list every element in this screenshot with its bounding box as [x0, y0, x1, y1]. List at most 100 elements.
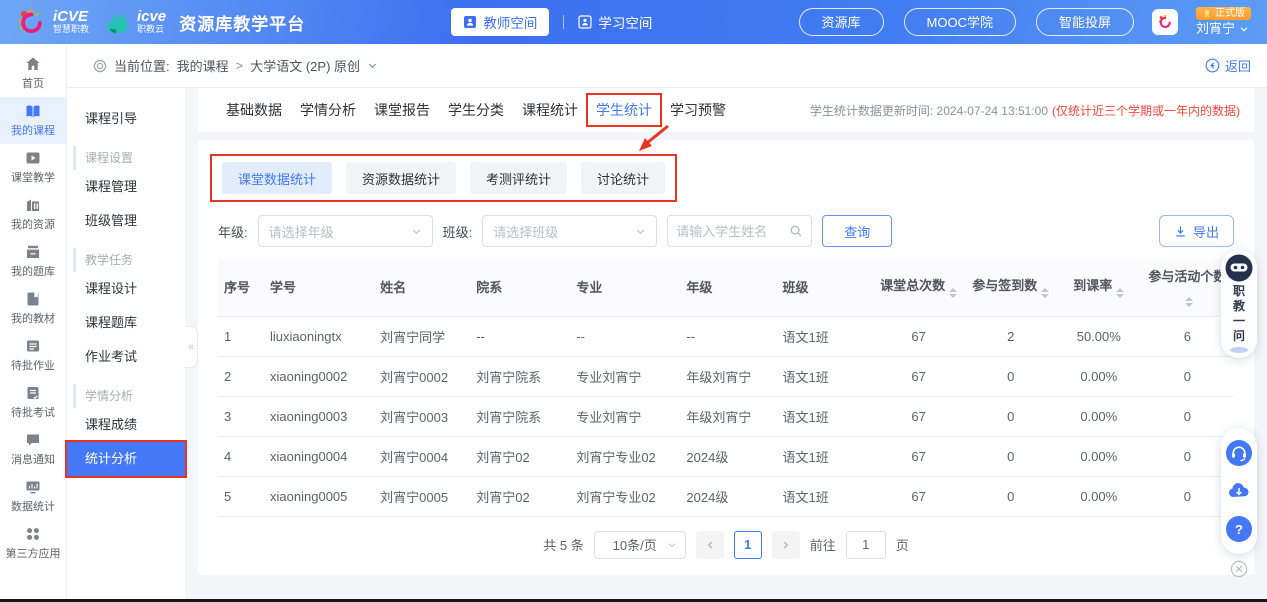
- close-floating-icon[interactable]: [1230, 560, 1248, 578]
- grade-placeholder: 请选择年级: [269, 222, 334, 241]
- back-button[interactable]: 返回: [1205, 56, 1251, 75]
- icve-zhihuizhijiao-logo-icon: [16, 7, 46, 37]
- collapse-sidebar-handle[interactable]: «: [185, 326, 198, 368]
- subtabs: 课堂数据统计资源数据统计考测评统计讨论统计: [222, 162, 665, 194]
- table-cell: 2: [965, 316, 1057, 356]
- customer-service-icon[interactable]: [1226, 440, 1252, 466]
- logo2-title: icve: [137, 9, 166, 25]
- main-panel: 基础数据学情分析课堂报告学生分类课程统计学生统计学习预警 学生统计数据更新时间:…: [185, 88, 1267, 599]
- column-label: 到课率: [1073, 278, 1112, 293]
- sidebar-item-10[interactable]: 第三方应用: [0, 520, 66, 567]
- table-cell: 67: [873, 476, 965, 516]
- sidebar-item-4[interactable]: 我的题库: [0, 238, 66, 285]
- table-cell: 0: [1141, 356, 1234, 396]
- sidebar-item-1[interactable]: 我的课程: [0, 97, 66, 144]
- grade-select[interactable]: 请选择年级: [258, 215, 433, 247]
- table-cell: 0.00%: [1057, 436, 1141, 476]
- learning-space-icon: [578, 15, 592, 29]
- student-name-input[interactable]: [676, 224, 785, 239]
- column-header-7[interactable]: 课堂总次数: [873, 259, 965, 316]
- sidebar-item-7[interactable]: 待批考试: [0, 379, 66, 426]
- sort-icon[interactable]: [1116, 288, 1124, 298]
- prev-page-button[interactable]: [696, 531, 724, 559]
- subtab-0[interactable]: 课堂数据统计: [222, 162, 332, 194]
- sort-icon[interactable]: [1185, 297, 1193, 307]
- table-cell: 2024级: [680, 476, 776, 516]
- sort-icon[interactable]: [1041, 288, 1049, 298]
- sidebar-item-3[interactable]: 我的资源: [0, 191, 66, 238]
- teacher-space-button[interactable]: 教师空间: [451, 8, 549, 36]
- search-icon[interactable]: [789, 224, 803, 238]
- tab-3[interactable]: 学生分类: [448, 100, 504, 120]
- subtab-2[interactable]: 考测评统计: [470, 162, 567, 194]
- column-label: 课堂总次数: [880, 278, 945, 293]
- learning-space-button[interactable]: 学习空间: [578, 12, 652, 32]
- table-row: 4xiaoning0004刘宵宁0004刘宵宁02刘宵宁专业022024级语文1…: [218, 436, 1234, 476]
- sidebar-item-6[interactable]: 待批作业: [0, 332, 66, 379]
- column-header-8[interactable]: 参与签到数: [965, 259, 1057, 316]
- column-label: 参与活动个数: [1148, 269, 1226, 284]
- secondary-sidebar: 课程引导课程设置课程管理班级管理教学任务课程设计课程题库作业考试学情分析课程成绩…: [67, 88, 185, 599]
- course-menu-item-3[interactable]: 班级管理: [67, 204, 185, 238]
- breadcrumb-course-name[interactable]: 大学语文 (2P) 原创: [250, 56, 360, 75]
- cloud-download-icon[interactable]: [1226, 478, 1252, 504]
- tab-4[interactable]: 课程统计: [522, 100, 578, 120]
- subtab-1[interactable]: 资源数据统计: [346, 162, 456, 194]
- table-cell: 刘宵宁同学: [374, 316, 470, 356]
- header-link-1[interactable]: MOOC学院: [904, 8, 1016, 36]
- course-menu-item-5[interactable]: 课程设计: [67, 272, 185, 306]
- tab-2[interactable]: 课堂报告: [374, 100, 430, 120]
- tab-1[interactable]: 学情分析: [300, 100, 356, 120]
- tab-6[interactable]: 学习预警: [670, 100, 726, 120]
- ai-assistant-widget[interactable]: 职教一问: [1221, 250, 1257, 358]
- course-menu-item-9[interactable]: 课程成绩: [67, 408, 185, 442]
- assistant-label: 职教一问: [1233, 284, 1245, 344]
- sidebar-item-label: 课堂教学: [11, 169, 55, 185]
- breadcrumb-my-courses[interactable]: 我的课程: [177, 56, 229, 75]
- header-link-2[interactable]: 智能投屏: [1036, 8, 1134, 36]
- sidebar-item-label: 我的课程: [11, 122, 55, 138]
- next-page-button[interactable]: [772, 531, 800, 559]
- course-menu-item-2[interactable]: 课程管理: [67, 170, 185, 204]
- query-button[interactable]: 查询: [822, 215, 892, 247]
- table-cell: 刘宵宁02: [470, 436, 570, 476]
- current-page-button[interactable]: 1: [734, 531, 762, 559]
- page-size-select[interactable]: 10条/页: [594, 531, 686, 559]
- column-header-9[interactable]: 到课率: [1057, 259, 1141, 316]
- sidebar-item-0[interactable]: 首页: [0, 50, 66, 97]
- mini-app-icon[interactable]: [1152, 9, 1178, 35]
- sidebar-item-8[interactable]: 消息通知: [0, 426, 66, 473]
- header-link-0[interactable]: 资源库: [799, 8, 884, 36]
- question-bank-icon: [25, 244, 41, 260]
- sidebar-item-label: 待批作业: [11, 357, 55, 373]
- export-button[interactable]: 导出: [1159, 215, 1234, 247]
- download-icon: [1174, 225, 1187, 238]
- sidebar-item-label: 消息通知: [11, 451, 55, 467]
- class-select[interactable]: 请选择班级: [482, 215, 657, 247]
- sort-icon[interactable]: [949, 288, 957, 298]
- column-header-0: 序号: [218, 259, 264, 316]
- pagination-total: 共 5 条: [543, 535, 583, 554]
- table-cell: 语文1班: [777, 396, 873, 436]
- table-cell: xiaoning0003: [264, 396, 374, 436]
- goto-page-input[interactable]: [846, 531, 886, 559]
- course-menu-item-10[interactable]: 统计分析: [67, 442, 185, 476]
- course-menu-item-0[interactable]: 课程引导: [67, 102, 185, 136]
- tab-5[interactable]: 学生统计: [586, 93, 662, 127]
- sidebar-item-5[interactable]: 我的教材: [0, 285, 66, 332]
- goto-suffix: 页: [896, 535, 909, 554]
- course-menu-item-7[interactable]: 作业考试: [67, 340, 185, 374]
- subtab-3[interactable]: 讨论统计: [581, 162, 665, 194]
- table-cell: 刘宵宁院系: [470, 356, 570, 396]
- chevron-right-icon: [781, 540, 791, 550]
- help-icon[interactable]: ?: [1226, 516, 1252, 542]
- sidebar-item-9[interactable]: 数据统计: [0, 473, 66, 520]
- user-menu[interactable]: 正式版 刘宵宁: [1196, 7, 1251, 36]
- nav-divider: [563, 15, 564, 29]
- statistics-icon: [25, 479, 41, 495]
- message-icon: [25, 432, 41, 448]
- tab-0[interactable]: 基础数据: [226, 100, 282, 120]
- course-chevron-down-icon[interactable]: [367, 60, 378, 71]
- sidebar-item-2[interactable]: 课堂教学: [0, 144, 66, 191]
- course-menu-item-6[interactable]: 课程题库: [67, 306, 185, 340]
